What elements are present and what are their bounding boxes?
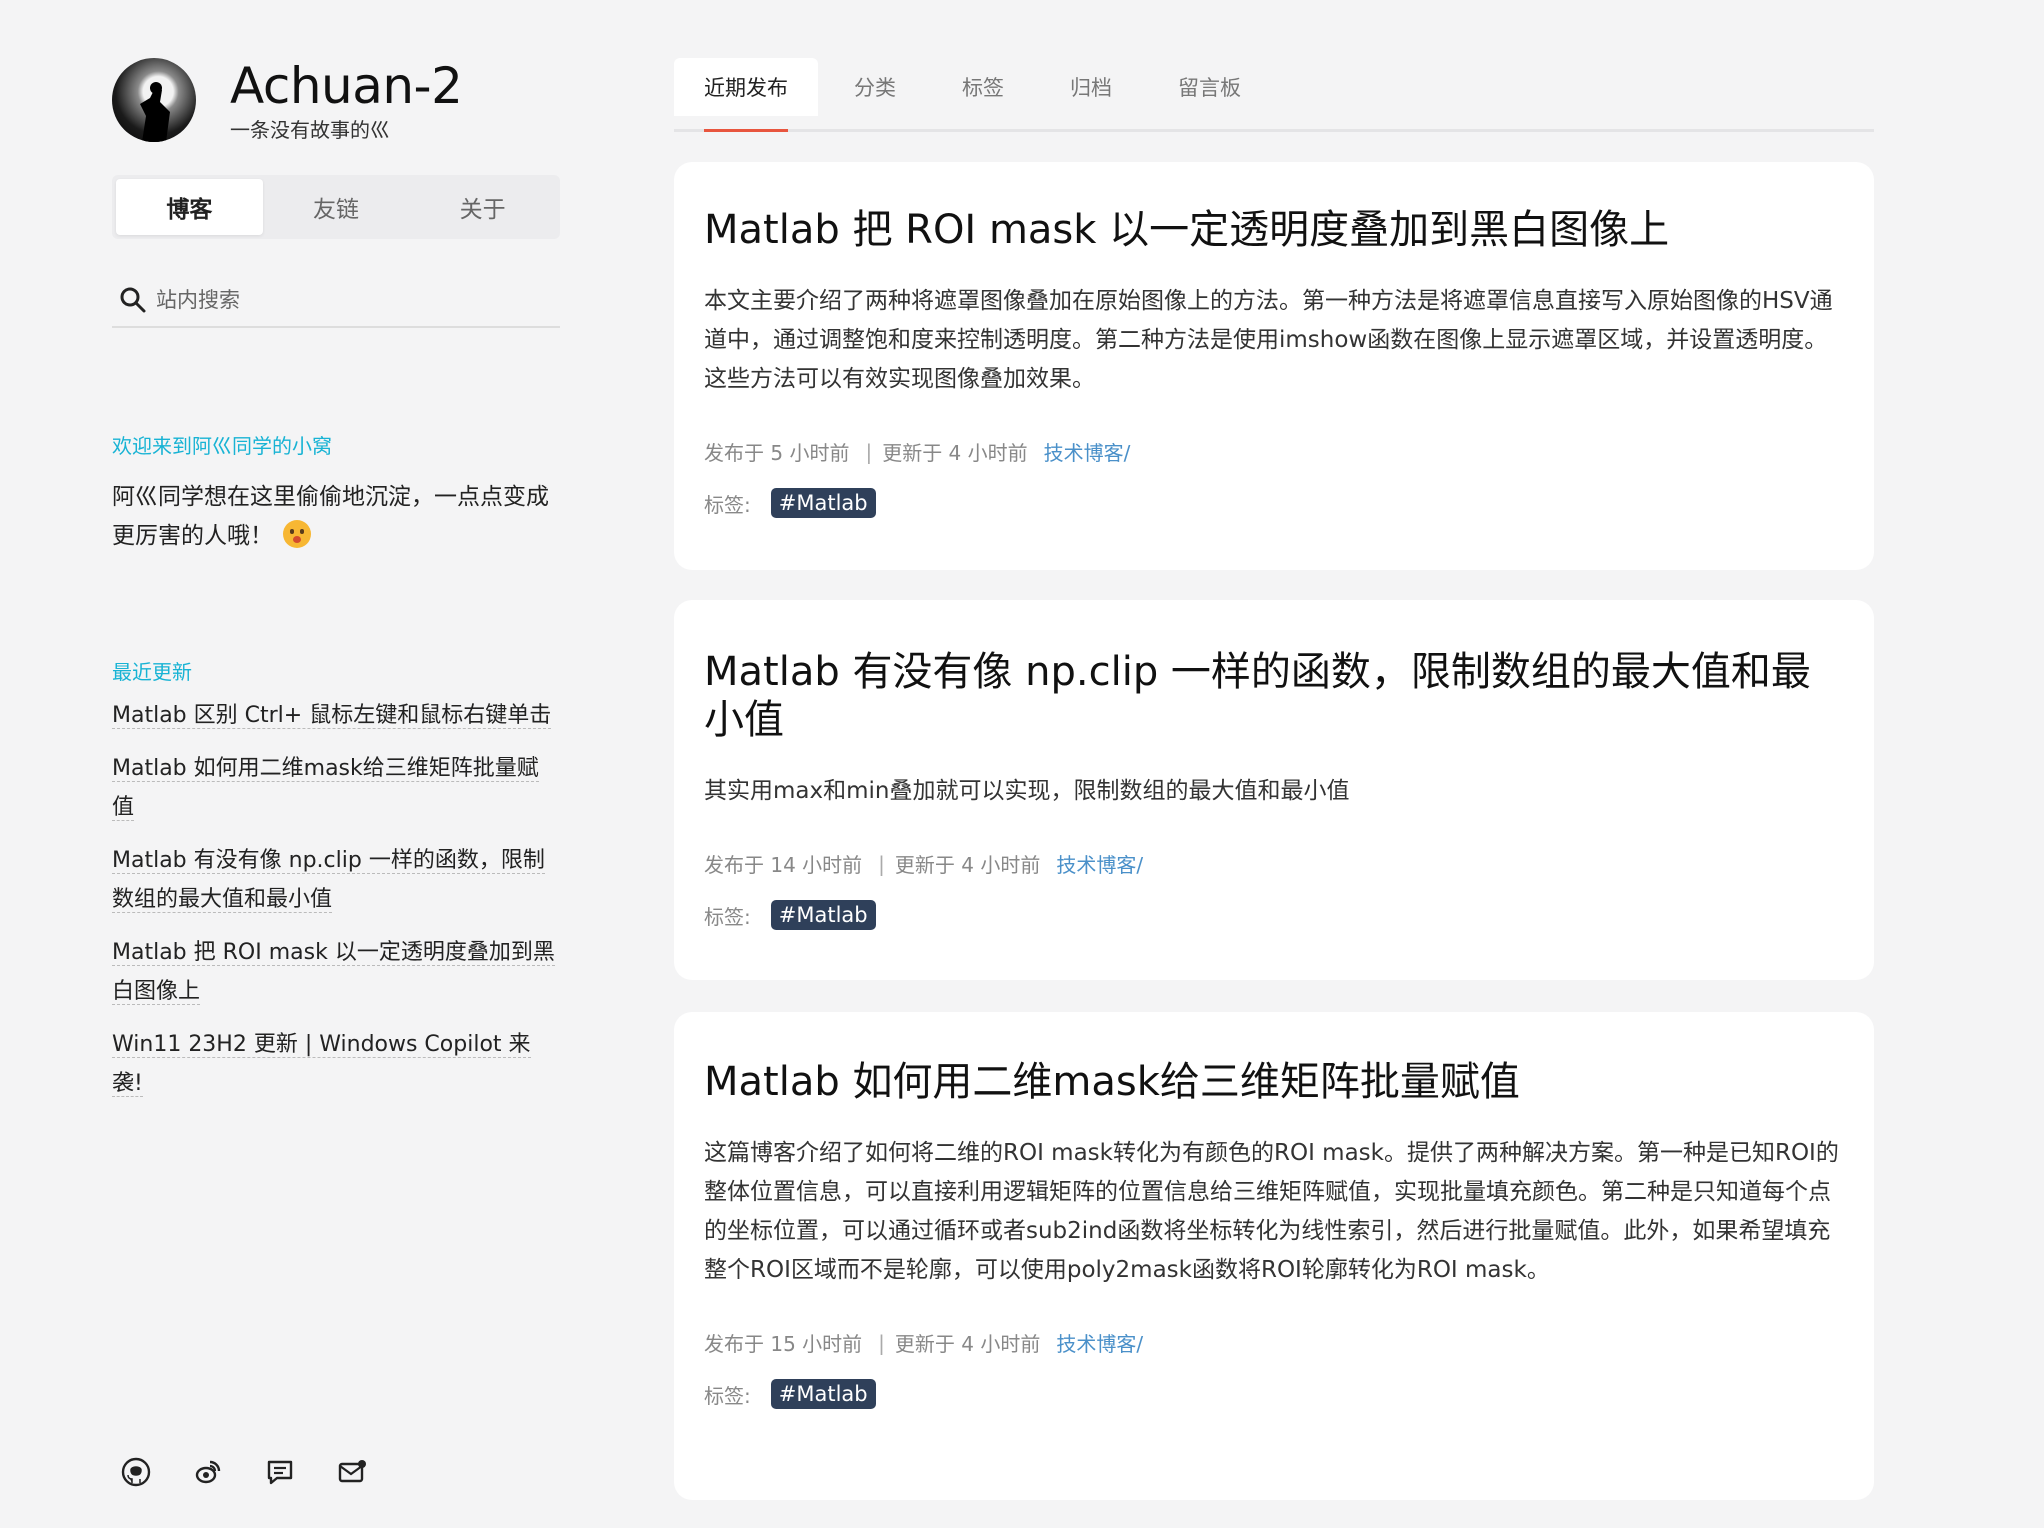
- recent-item[interactable]: Matlab 区别 Ctrl+ 鼠标左键和鼠标右键单击: [112, 696, 560, 735]
- nav-tab-about[interactable]: 关于: [409, 179, 556, 235]
- tab-archive[interactable]: 归档: [1040, 58, 1142, 116]
- search-input[interactable]: [156, 288, 536, 312]
- post-card: Matlab 如何用二维mask给三维矩阵批量赋值 这篇博客介绍了如何将二维的R…: [674, 1012, 1874, 1500]
- post-title[interactable]: Matlab 如何用二维mask给三维矩阵批量赋值: [704, 1058, 1844, 1106]
- site-subtitle: 一条没有故事的巛: [230, 118, 390, 142]
- post-published: 发布于 15 小时前: [704, 1332, 863, 1356]
- post-tags: 标签: #Matlab: [704, 900, 1844, 930]
- weibo-icon[interactable]: [192, 1456, 224, 1488]
- post-category-link[interactable]: 技术博客/: [1044, 437, 1131, 466]
- post-updated: 更新于 4 小时前: [882, 441, 1028, 465]
- post-published: 发布于 14 小时前: [704, 853, 863, 877]
- welcome-text-content: 阿巛同学想在这里偷偷地沉淀，一点点变成更厉害的人哦！: [112, 484, 549, 549]
- post-title[interactable]: Matlab 有没有像 np.clip 一样的函数，限制数组的最大值和最小值: [704, 648, 1844, 744]
- tags-label: 标签:: [704, 492, 751, 517]
- sidebar-nav: 博客 友链 关于: [112, 175, 560, 239]
- recent-item[interactable]: Matlab 有没有像 np.clip 一样的函数，限制数组的最大值和最小值: [112, 841, 560, 919]
- post-tags: 标签: #Matlab: [704, 1379, 1844, 1409]
- welcome-heading: 欢迎来到阿巛同学的小窝: [112, 434, 332, 458]
- post-published: 发布于 5 小时前: [704, 441, 850, 465]
- nav-tab-friends[interactable]: 友链: [263, 179, 410, 235]
- tag-badge[interactable]: #Matlab: [770, 488, 876, 518]
- tab-recent[interactable]: 近期发布: [674, 58, 818, 132]
- top-tabs: 近期发布 分类 标签 归档 留言板: [674, 58, 1874, 132]
- meta-separator: |: [878, 1330, 885, 1355]
- tab-tags[interactable]: 标签: [932, 58, 1034, 116]
- recent-heading: 最近更新: [112, 660, 192, 684]
- social-links: [112, 1456, 368, 1488]
- sidebar: Achuan-2 一条没有故事的巛 博客 友链 关于 欢迎来到阿巛同学的小窝 阿…: [112, 0, 560, 1528]
- recent-item[interactable]: Matlab 把 ROI mask 以一定透明度叠加到黑白图像上: [112, 933, 560, 1011]
- tab-guestbook[interactable]: 留言板: [1148, 58, 1271, 116]
- post-excerpt: 本文主要介绍了两种将遮罩图像叠加在原始图像上的方法。第一种方法是将遮罩信息直接写…: [704, 288, 1833, 392]
- tag-badge[interactable]: #Matlab: [770, 1379, 876, 1409]
- tags-label: 标签:: [704, 1383, 751, 1408]
- meta-separator: |: [865, 439, 873, 464]
- recent-item[interactable]: Matlab 如何用二维mask给三维矩阵批量赋值: [112, 749, 560, 827]
- post-updated: 更新于 4 小时前: [894, 1332, 1041, 1356]
- post-title[interactable]: Matlab 把 ROI mask 以一定透明度叠加到黑白图像上: [704, 206, 1844, 254]
- post-meta: 发布于 5 小时前 | 更新于 4 小时前 技术博客/: [704, 437, 1844, 466]
- surprised-face-icon: [283, 520, 311, 548]
- meta-separator: |: [878, 851, 885, 876]
- post-excerpt: 这篇博客介绍了如何将二维的ROI mask转化为有颜色的ROI mask。提供了…: [704, 1140, 1839, 1283]
- post-meta: 发布于 15 小时前 | 更新于 4 小时前 技术博客/: [704, 1328, 1844, 1357]
- tab-categories[interactable]: 分类: [824, 58, 926, 116]
- recent-list: Matlab 区别 Ctrl+ 鼠标左键和鼠标右键单击 Matlab 如何用二维…: [112, 696, 560, 1117]
- search-icon[interactable]: [118, 285, 148, 315]
- search-bar: [112, 274, 560, 328]
- post-category-link[interactable]: 技术博客/: [1056, 849, 1143, 878]
- post-tags: 标签: #Matlab: [704, 488, 1844, 518]
- comment-icon[interactable]: [264, 1456, 296, 1488]
- post-excerpt: 其实用max和min叠加就可以实现，限制数组的最大值和最小值: [704, 778, 1350, 804]
- mail-icon[interactable]: [336, 1456, 368, 1488]
- post-category-link[interactable]: 技术博客/: [1056, 1328, 1143, 1357]
- nav-tab-blog[interactable]: 博客: [116, 179, 263, 235]
- welcome-text: 阿巛同学想在这里偷偷地沉淀，一点点变成更厉害的人哦！: [112, 478, 560, 556]
- post-meta: 发布于 14 小时前 | 更新于 4 小时前 技术博客/: [704, 849, 1844, 878]
- tags-label: 标签:: [704, 904, 751, 929]
- brand[interactable]: Achuan-2 一条没有故事的巛: [112, 58, 463, 142]
- post-card: Matlab 把 ROI mask 以一定透明度叠加到黑白图像上 本文主要介绍了…: [674, 162, 1874, 570]
- recent-item[interactable]: Win11 23H2 更新 | Windows Copilot 来袭!: [112, 1025, 560, 1103]
- avatar[interactable]: [112, 58, 196, 142]
- tag-badge[interactable]: #Matlab: [770, 900, 876, 930]
- github-icon[interactable]: [120, 1456, 152, 1488]
- post-updated: 更新于 4 小时前: [894, 853, 1041, 877]
- post-card: Matlab 有没有像 np.clip 一样的函数，限制数组的最大值和最小值 其…: [674, 600, 1874, 980]
- site-title[interactable]: Achuan-2: [230, 58, 463, 114]
